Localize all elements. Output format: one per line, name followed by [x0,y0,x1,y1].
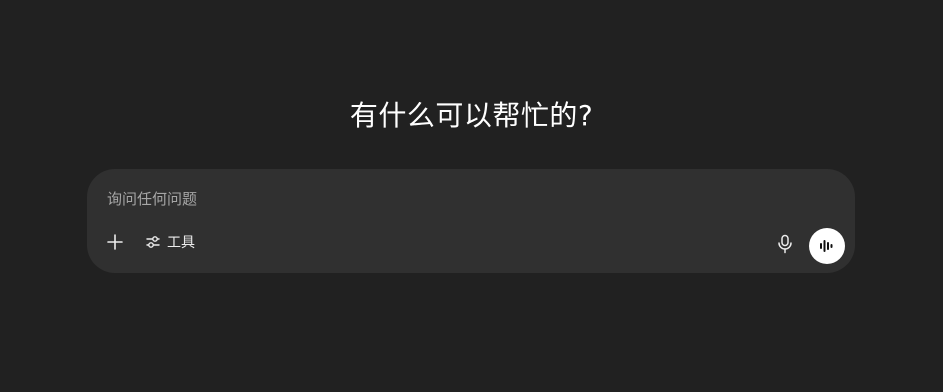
prompt-input[interactable] [107,185,807,213]
chat-page: 有什么可以帮忙的? 工具 [0,0,943,392]
page-title: 有什么可以帮忙的? [349,99,594,132]
add-attachment-button[interactable] [103,230,127,254]
sliders-icon [145,234,161,250]
microphone-icon [776,234,794,254]
dictate-button[interactable] [773,232,797,256]
voice-waveform-icon [818,237,836,255]
tools-button[interactable]: 工具 [141,230,199,254]
voice-mode-button[interactable] [809,228,845,264]
prompt-composer: 工具 [87,169,855,273]
tools-label: 工具 [167,235,195,251]
plus-icon [106,233,124,251]
